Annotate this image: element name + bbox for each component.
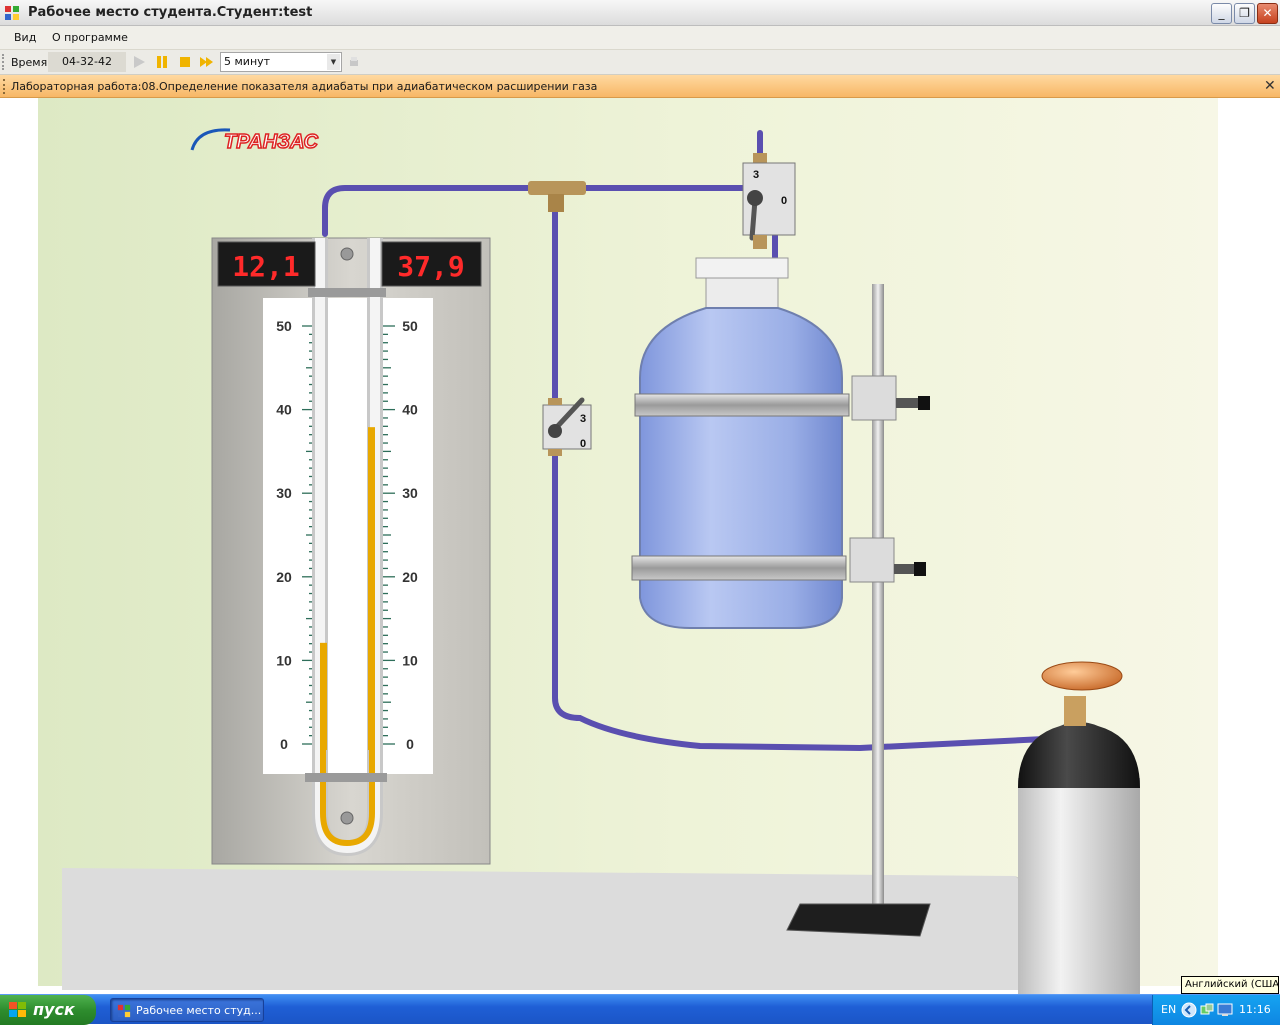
start-button[interactable]: пуск [0, 995, 96, 1025]
valve-top-pos-a: 3 [753, 169, 759, 181]
tray-network-icon[interactable] [1199, 1002, 1215, 1018]
fast-forward-icon[interactable] [200, 55, 214, 69]
taskbar-item-label: Рабочее место студ... [136, 1004, 262, 1017]
interval-value: 5 минут [224, 55, 271, 68]
display-right-value: 37,9 [397, 250, 464, 283]
window-title: Рабочее место студента.Студент:test [28, 5, 313, 20]
valve-mid-pos-b: 0 [580, 438, 586, 450]
scale-label-left: 0 [280, 736, 288, 752]
tube-clamp-top [308, 288, 386, 297]
taskbar-item-app[interactable]: Рабочее место студ... [110, 998, 264, 1022]
stand-base [786, 903, 931, 937]
play-icon[interactable] [132, 55, 146, 69]
restore-button[interactable]: ❐ [1234, 3, 1255, 24]
toolbar: Время 04-32-42 5 минут ▼ [0, 50, 1280, 75]
scale-label-right: 10 [402, 652, 418, 668]
lab-title: Лабораторная работа:08.Определение показ… [11, 80, 598, 93]
valve-mid[interactable]: 3 0 [542, 397, 592, 456]
scale-label-right: 40 [402, 402, 418, 418]
logo-text: ТРАНЗАС [224, 131, 318, 153]
menu-bar: Вид О программе [0, 26, 1280, 50]
scale-label-left: 40 [276, 402, 292, 418]
tray-monitor-icon[interactable] [1217, 1002, 1233, 1018]
chevron-down-icon[interactable]: ▼ [327, 54, 340, 70]
valve-mid-pos-a: 3 [580, 413, 586, 425]
taskbar: пуск Рабочее место студ... EN 11:16 [0, 994, 1280, 1025]
scale-label-right: 20 [402, 569, 418, 585]
screw-top-icon [340, 247, 354, 261]
tray-expand-icon[interactable] [1181, 1002, 1197, 1018]
lab-table [62, 868, 1140, 990]
start-label: пуск [33, 1000, 75, 1019]
display-left-value: 12,1 [232, 250, 299, 283]
valve-top[interactable]: 3 0 [742, 153, 796, 249]
toolbar-grip[interactable] [2, 54, 5, 70]
scale-label-right: 30 [402, 485, 418, 501]
system-tray: EN 11:16 [1152, 995, 1280, 1025]
valve-mid-knob-icon [548, 424, 562, 438]
scale-label-left: 20 [276, 569, 292, 585]
valve-top-pos-b: 0 [781, 195, 787, 207]
scale-label-right: 50 [402, 318, 418, 334]
menu-view[interactable]: Вид [14, 31, 36, 44]
lab-info-bar: Лабораторная работа:08.Определение показ… [0, 75, 1280, 98]
pause-icon[interactable] [155, 55, 169, 69]
minimize-button[interactable]: _ [1211, 3, 1232, 24]
fluid-right-column [368, 427, 375, 750]
language-indicator[interactable]: EN [1161, 1003, 1176, 1016]
windows-flag-icon [9, 1002, 26, 1017]
clock[interactable]: 11:16 [1239, 1003, 1271, 1016]
title-bar: Рабочее место студента.Студент:test _ ❐ … [0, 0, 1280, 26]
fluid-left-column [320, 642, 327, 750]
bottle-band-top [634, 393, 850, 417]
scale-label-left: 10 [276, 652, 292, 668]
time-label: Время [11, 56, 48, 69]
lab-scene: ТРАНЗАС 50 50 40 40 30 30 20 20 10 10 0 0 12,1 37,9… [0, 98, 1280, 994]
bottle-band-bottom [631, 555, 847, 581]
cylinder-valve-knob-icon[interactable] [1041, 661, 1123, 691]
close-button[interactable]: ✕ [1257, 3, 1278, 24]
scale-label-left: 50 [276, 318, 292, 334]
stop-icon[interactable] [178, 55, 192, 69]
tube-clamp-bottom [305, 773, 387, 782]
interval-select[interactable]: 5 минут ▼ [220, 52, 342, 72]
menu-about[interactable]: О программе [52, 31, 128, 44]
manometer-scale-card [263, 298, 433, 774]
app-icon [5, 6, 19, 20]
print-icon[interactable] [347, 55, 361, 69]
app-icon [117, 1004, 131, 1018]
time-display: 04-32-42 [48, 52, 126, 72]
language-tooltip: Английский (США) [1181, 976, 1280, 994]
screw-bottom-icon [340, 811, 354, 825]
info-bar-grip [3, 79, 6, 94]
close-info-icon[interactable]: ✕ [1264, 78, 1276, 94]
scale-label-right: 0 [406, 736, 414, 752]
scale-label-left: 30 [276, 485, 292, 501]
valve-top-knob-icon [747, 190, 763, 206]
